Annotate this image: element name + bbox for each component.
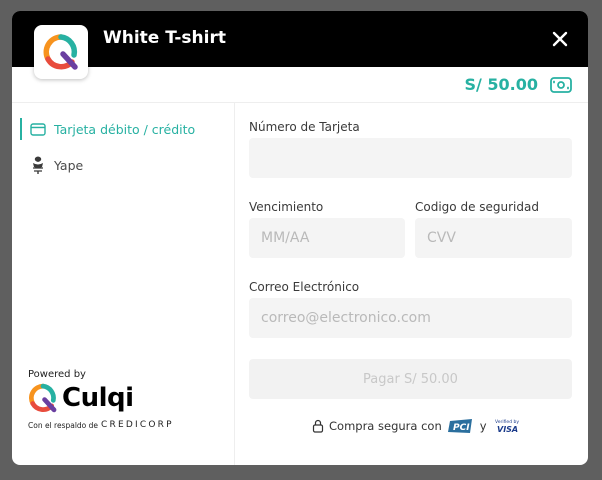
culqi-logo-icon — [43, 34, 78, 70]
sidebar-item-card[interactable]: Tarjeta débito / crédito — [20, 118, 195, 140]
email-label: Correo Electrónico — [249, 280, 360, 294]
close-icon — [552, 31, 568, 47]
sidebar-item-yape[interactable]: Yape — [20, 154, 83, 176]
checkout-modal: White T-shirt S/ 50.00 Tarjeta débito / … — [12, 11, 588, 465]
email-input[interactable] — [249, 298, 572, 338]
credicorp-wordmark: CREDICORP — [101, 420, 174, 430]
money-icon — [550, 77, 572, 93]
modal-header: White T-shirt — [12, 11, 588, 67]
merchant-logo — [34, 25, 88, 79]
cvv-label: Codigo de seguridad — [415, 200, 539, 214]
backing-prefix: Con el respaldo de — [28, 420, 99, 430]
card-form: Número de Tarjeta Vencimiento Codigo de … — [236, 103, 588, 465]
expiry-label: Vencimiento — [249, 200, 324, 214]
expiry-input[interactable] — [249, 218, 405, 258]
close-button[interactable] — [550, 29, 570, 49]
verified-by-visa-icon: Verified by VISA — [495, 419, 519, 434]
product-title: White T-shirt — [103, 28, 226, 48]
powered-by-label: Powered by — [28, 369, 86, 380]
pci-badge-text: PCI — [453, 423, 470, 433]
credit-card-icon — [30, 122, 46, 136]
card-number-input[interactable] — [249, 138, 572, 178]
culqi-brand: Culqi — [28, 383, 134, 413]
pay-button[interactable]: Pagar S/ 50.00 — [249, 359, 572, 399]
amount-label: S/ 50.00 — [464, 75, 538, 94]
backing-line: Con el respaldo de CREDICORP — [28, 420, 174, 430]
amount-bar: S/ 50.00 — [12, 67, 588, 103]
and-text: y — [479, 419, 487, 433]
secure-text: Compra segura con — [329, 419, 442, 433]
card-number-label: Número de Tarjeta — [249, 120, 360, 134]
yape-icon — [33, 156, 43, 174]
cvv-input[interactable] — [415, 218, 572, 258]
culqi-wordmark: Culqi — [62, 383, 134, 413]
sidebar-item-label: Tarjeta débito / crédito — [54, 121, 196, 137]
culqi-mark-icon — [29, 383, 57, 413]
secure-purchase-line: Compra segura con PCI y Verified by VISA — [312, 417, 523, 435]
visa-main-text: VISA — [497, 425, 518, 434]
pci-badge-icon: PCI — [447, 419, 472, 433]
payment-methods-sidebar: Tarjeta débito / crédito Yape Powered by… — [12, 103, 235, 465]
lock-icon — [312, 419, 324, 433]
sidebar-item-label: Yape — [54, 157, 84, 173]
